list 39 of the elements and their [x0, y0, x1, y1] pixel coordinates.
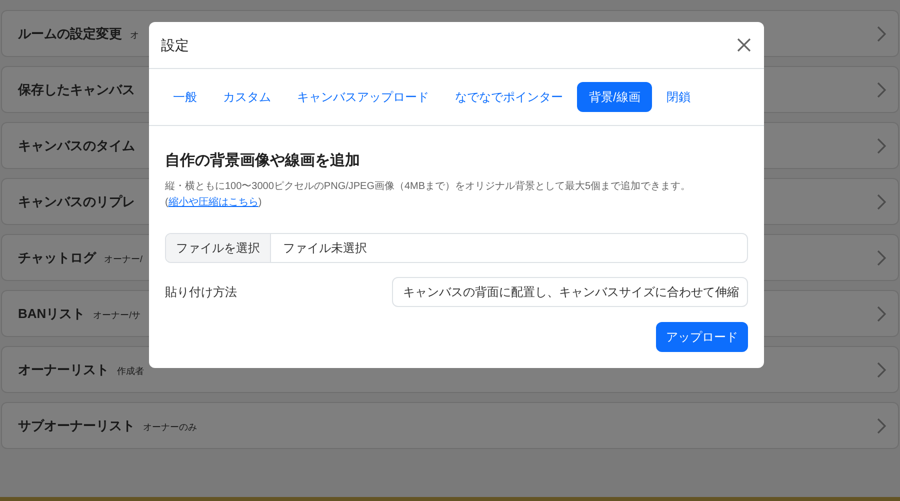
description-text: 縦・横ともに100〜3000ピクセルのPNG/JPEG画像（4MBまで）をオリジナル背景として最大5個まで追加できます。 (縮小や圧縮はこちら) — [165, 180, 692, 210]
menu-item-note: オーナーのみ — [143, 420, 197, 434]
tab[interactable]: カスタム — [211, 82, 283, 112]
tab[interactable]: 一般 — [161, 82, 209, 112]
paste-method-select[interactable]: キャンバスの背面に配置し、キャンバスサイズに合わせて伸縮 — [392, 276, 748, 306]
chevron-right-icon — [876, 194, 886, 210]
compress-link[interactable]: 縮小や圧縮はこちら — [168, 196, 258, 208]
menu-item[interactable]: サブオーナーリスト オーナーのみ — [1, 402, 899, 449]
chevron-right-icon — [876, 250, 886, 266]
chevron-right-icon — [876, 138, 886, 154]
tab[interactable]: キャンバスアップロード — [285, 82, 441, 112]
section-heading: 自作の背景画像や線画を追加 — [165, 151, 361, 171]
menu-item-label: 保存したキャンバス — [18, 80, 135, 99]
upload-button[interactable]: アップロード — [656, 322, 748, 352]
paste-method-label: 貼り付け方法 — [165, 284, 237, 300]
chevron-right-icon — [876, 418, 886, 434]
tab[interactable]: 閉鎖 — [654, 82, 702, 112]
menu-item-note: オーナー/ — [104, 252, 143, 266]
menu-item-label: サブオーナーリスト — [18, 416, 135, 435]
menu-item-label: チャットログ — [18, 248, 96, 267]
chevron-right-icon — [876, 82, 886, 98]
file-choose-button[interactable]: ファイルを選択 — [166, 234, 271, 262]
menu-item-label: オーナーリスト — [18, 360, 109, 379]
menu-item-label: キャンバスのタイム — [18, 136, 135, 155]
close-icon[interactable] — [736, 37, 752, 53]
chevron-right-icon — [876, 26, 886, 42]
chevron-right-icon — [876, 306, 886, 322]
menu-item-label: ルームの設定変更 — [18, 24, 122, 43]
menu-item-note: 作成者 — [117, 364, 144, 378]
menu-item-note: オ — [130, 28, 139, 42]
menu-item-note: オーナー/サ — [93, 308, 141, 322]
tab[interactable]: 背景/線画 — [577, 82, 652, 112]
menu-item-label: キャンバスのリプレ — [18, 192, 135, 211]
dialog-title: 設定 — [161, 36, 189, 54]
file-status: ファイル未選択 — [282, 240, 368, 256]
menu-item-label: BANリスト — [18, 304, 86, 323]
file-input[interactable]: ファイルを選択 ファイル未選択 — [165, 232, 748, 262]
chevron-right-icon — [876, 362, 886, 378]
tab[interactable]: なでなでポインター — [443, 82, 575, 112]
